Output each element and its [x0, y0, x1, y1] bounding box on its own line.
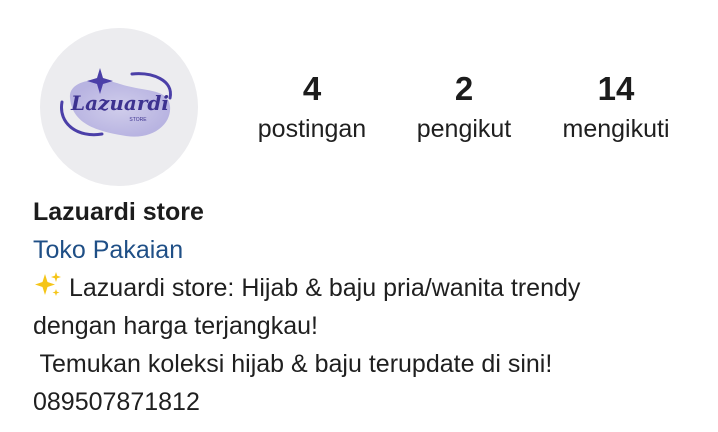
bio-line-2: dengan harga terjangkau!	[33, 312, 318, 340]
store-logo: Lazuardi STORE	[60, 68, 172, 137]
profile-name: Lazuardi store	[33, 198, 204, 226]
bio-line-1: Lazuardi store: Hijab & baju pria/wanita…	[33, 269, 703, 307]
bio-text-1: Lazuardi store: Hijab & baju pria/wanita…	[69, 274, 581, 302]
profile-category-link[interactable]: Toko Pakaian	[33, 231, 703, 269]
followers-label: pengikut	[416, 115, 512, 143]
followers-stat[interactable]: 2 pengikut	[406, 70, 522, 144]
following-stat[interactable]: 14 mengikuti	[550, 70, 682, 144]
profile-avatar[interactable]: Lazuardi STORE	[40, 28, 198, 186]
followers-count: 2	[454, 70, 474, 107]
svg-text:Lazuardi: Lazuardi	[70, 91, 169, 115]
bio-line-3: Temukan koleksi hijab & baju terupdate d…	[33, 350, 553, 378]
profile-bio: Lazuardi store Toko Pakaian Lazuardi sto…	[33, 193, 703, 421]
following-count: 14	[597, 70, 635, 107]
sparkles-icon	[33, 270, 63, 300]
following-label: mengikuti	[562, 115, 670, 143]
svg-text:STORE: STORE	[129, 117, 147, 123]
posts-count: 4	[302, 70, 322, 107]
posts-stat[interactable]: 4 postingan	[246, 70, 378, 144]
phone-number[interactable]: 089507871812	[33, 383, 703, 421]
posts-label: postingan	[257, 115, 367, 143]
